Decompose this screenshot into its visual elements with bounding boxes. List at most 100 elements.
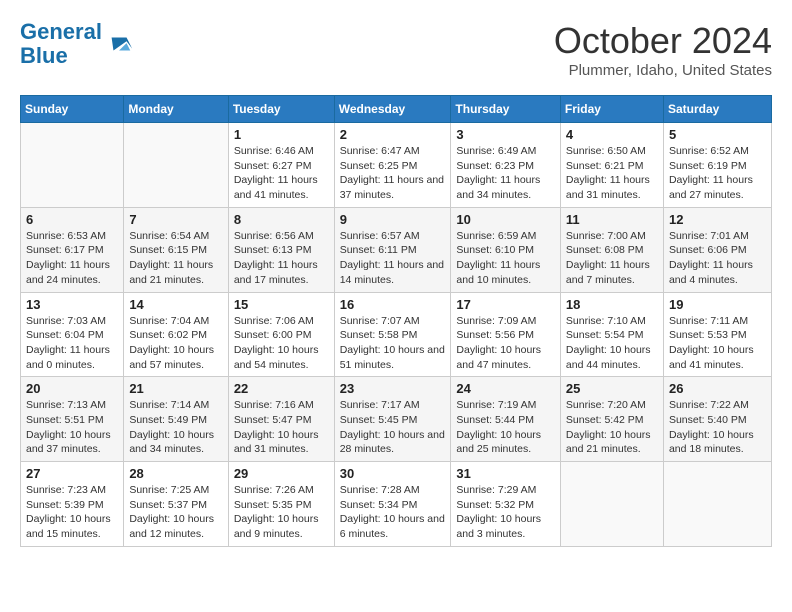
week-row-2: 6 Sunrise: 6:53 AM Sunset: 6:17 PM Daylig… (21, 207, 772, 292)
day-info: Sunrise: 6:46 AM Sunset: 6:27 PM Dayligh… (234, 144, 329, 203)
location-subtitle: Plummer, Idaho, United States (554, 62, 772, 79)
day-cell: 24 Sunrise: 7:19 AM Sunset: 5:44 PM Dayli… (451, 377, 561, 462)
day-cell: 2 Sunrise: 6:47 AM Sunset: 6:25 PM Daylig… (334, 123, 451, 208)
day-cell: 18Sunrise: 7:10 AM Sunset: 5:54 PM Dayli… (560, 292, 663, 377)
day-cell: 6 Sunrise: 6:53 AM Sunset: 6:17 PM Daylig… (21, 207, 124, 292)
day-number: 12 (669, 212, 766, 227)
day-number: 30 (340, 466, 446, 481)
day-number: 29 (234, 466, 329, 481)
day-cell: 3 Sunrise: 6:49 AM Sunset: 6:23 PM Daylig… (451, 123, 561, 208)
day-cell: 31 Sunrise: 7:29 AM Sunset: 5:32 PM Dayli… (451, 462, 561, 547)
day-cell: 9Sunrise: 6:57 AM Sunset: 6:11 PM Daylig… (334, 207, 451, 292)
day-number: 5 (669, 127, 766, 142)
header-row: SundayMondayTuesdayWednesdayThursdayFrid… (21, 96, 772, 123)
day-cell: 30 Sunrise: 7:28 AM Sunset: 5:34 PM Dayli… (334, 462, 451, 547)
header-cell-tuesday: Tuesday (228, 96, 334, 123)
calendar-table: SundayMondayTuesdayWednesdayThursdayFrid… (20, 95, 772, 547)
day-number: 16 (340, 297, 446, 312)
day-cell: 15 Sunrise: 7:06 AM Sunset: 6:00 PM Dayli… (228, 292, 334, 377)
day-number: 1 (234, 127, 329, 142)
day-cell: 14Sunrise: 7:04 AM Sunset: 6:02 PM Dayli… (124, 292, 228, 377)
week-row-1: 1 Sunrise: 6:46 AM Sunset: 6:27 PM Daylig… (21, 123, 772, 208)
day-info: Sunrise: 7:28 AM Sunset: 5:34 PM Dayligh… (340, 483, 446, 542)
day-info: Sunrise: 7:17 AM Sunset: 5:45 PM Dayligh… (340, 398, 446, 457)
day-cell: 27 Sunrise: 7:23 AM Sunset: 5:39 PM Dayli… (21, 462, 124, 547)
day-number: 11 (566, 212, 658, 227)
month-title: October 2024 (554, 20, 772, 62)
day-number: 24 (456, 381, 555, 396)
day-info: Sunrise: 6:53 AM Sunset: 6:17 PM Dayligh… (26, 229, 118, 288)
day-cell: 28Sunrise: 7:25 AM Sunset: 5:37 PM Dayli… (124, 462, 228, 547)
header-cell-wednesday: Wednesday (334, 96, 451, 123)
day-cell: 5 Sunrise: 6:52 AM Sunset: 6:19 PM Daylig… (663, 123, 771, 208)
header-cell-sunday: Sunday (21, 96, 124, 123)
day-info: Sunrise: 6:50 AM Sunset: 6:21 PM Dayligh… (566, 144, 658, 203)
day-number: 2 (340, 127, 446, 142)
day-cell: 12 Sunrise: 7:01 AM Sunset: 6:06 PM Dayli… (663, 207, 771, 292)
day-info: Sunrise: 7:20 AM Sunset: 5:42 PM Dayligh… (566, 398, 658, 457)
day-info: Sunrise: 7:29 AM Sunset: 5:32 PM Dayligh… (456, 483, 555, 542)
day-info: Sunrise: 7:01 AM Sunset: 6:06 PM Dayligh… (669, 229, 766, 288)
week-row-5: 27 Sunrise: 7:23 AM Sunset: 5:39 PM Dayli… (21, 462, 772, 547)
day-cell (21, 123, 124, 208)
day-number: 17 (456, 297, 555, 312)
day-number: 28 (129, 466, 222, 481)
day-info: Sunrise: 7:04 AM Sunset: 6:02 PM Dayligh… (129, 314, 222, 373)
day-number: 27 (26, 466, 118, 481)
day-cell: 20Sunrise: 7:13 AM Sunset: 5:51 PM Dayli… (21, 377, 124, 462)
day-number: 6 (26, 212, 118, 227)
day-cell: 26 Sunrise: 7:22 AM Sunset: 5:40 PM Dayli… (663, 377, 771, 462)
day-info: Sunrise: 7:13 AM Sunset: 5:51 PM Dayligh… (26, 398, 118, 457)
day-info: Sunrise: 7:06 AM Sunset: 6:00 PM Dayligh… (234, 314, 329, 373)
day-cell: 29 Sunrise: 7:26 AM Sunset: 5:35 PM Dayli… (228, 462, 334, 547)
day-info: Sunrise: 7:23 AM Sunset: 5:39 PM Dayligh… (26, 483, 118, 542)
day-cell: 22 Sunrise: 7:16 AM Sunset: 5:47 PM Dayli… (228, 377, 334, 462)
day-number: 15 (234, 297, 329, 312)
day-number: 21 (129, 381, 222, 396)
day-cell: 4 Sunrise: 6:50 AM Sunset: 6:21 PM Daylig… (560, 123, 663, 208)
day-cell: 17 Sunrise: 7:09 AM Sunset: 5:56 PM Dayli… (451, 292, 561, 377)
day-info: Sunrise: 6:52 AM Sunset: 6:19 PM Dayligh… (669, 144, 766, 203)
day-info: Sunrise: 7:09 AM Sunset: 5:56 PM Dayligh… (456, 314, 555, 373)
day-number: 4 (566, 127, 658, 142)
day-number: 22 (234, 381, 329, 396)
day-number: 8 (234, 212, 329, 227)
day-number: 10 (456, 212, 555, 227)
page-header: General Blue October 2024 Plummer, Idaho… (20, 20, 772, 79)
day-info: Sunrise: 7:00 AM Sunset: 6:08 PM Dayligh… (566, 229, 658, 288)
day-info: Sunrise: 7:16 AM Sunset: 5:47 PM Dayligh… (234, 398, 329, 457)
day-info: Sunrise: 6:57 AM Sunset: 6:11 PM Dayligh… (340, 229, 446, 288)
day-cell: 8Sunrise: 6:56 AM Sunset: 6:13 PM Daylig… (228, 207, 334, 292)
day-number: 26 (669, 381, 766, 396)
day-number: 23 (340, 381, 446, 396)
day-number: 7 (129, 212, 222, 227)
day-info: Sunrise: 6:47 AM Sunset: 6:25 PM Dayligh… (340, 144, 446, 203)
day-cell: 10Sunrise: 6:59 AM Sunset: 6:10 PM Dayli… (451, 207, 561, 292)
day-number: 31 (456, 466, 555, 481)
day-info: Sunrise: 7:10 AM Sunset: 5:54 PM Dayligh… (566, 314, 658, 373)
day-number: 25 (566, 381, 658, 396)
day-cell (663, 462, 771, 547)
day-info: Sunrise: 7:19 AM Sunset: 5:44 PM Dayligh… (456, 398, 555, 457)
day-info: Sunrise: 7:14 AM Sunset: 5:49 PM Dayligh… (129, 398, 222, 457)
day-info: Sunrise: 6:54 AM Sunset: 6:15 PM Dayligh… (129, 229, 222, 288)
day-cell: 23 Sunrise: 7:17 AM Sunset: 5:45 PM Dayli… (334, 377, 451, 462)
day-info: Sunrise: 7:03 AM Sunset: 6:04 PM Dayligh… (26, 314, 118, 373)
day-cell: 13Sunrise: 7:03 AM Sunset: 6:04 PM Dayli… (21, 292, 124, 377)
day-info: Sunrise: 6:49 AM Sunset: 6:23 PM Dayligh… (456, 144, 555, 203)
day-info: Sunrise: 7:07 AM Sunset: 5:58 PM Dayligh… (340, 314, 446, 373)
day-cell (560, 462, 663, 547)
day-number: 3 (456, 127, 555, 142)
day-info: Sunrise: 7:22 AM Sunset: 5:40 PM Dayligh… (669, 398, 766, 457)
day-cell: 19Sunrise: 7:11 AM Sunset: 5:53 PM Dayli… (663, 292, 771, 377)
logo-icon (106, 30, 134, 58)
day-cell: 11 Sunrise: 7:00 AM Sunset: 6:08 PM Dayli… (560, 207, 663, 292)
day-cell: 1 Sunrise: 6:46 AM Sunset: 6:27 PM Daylig… (228, 123, 334, 208)
header-cell-monday: Monday (124, 96, 228, 123)
logo-text: General Blue (20, 20, 102, 68)
title-block: October 2024 Plummer, Idaho, United Stat… (554, 20, 772, 79)
header-cell-saturday: Saturday (663, 96, 771, 123)
day-cell: 21 Sunrise: 7:14 AM Sunset: 5:49 PM Dayli… (124, 377, 228, 462)
day-info: Sunrise: 7:26 AM Sunset: 5:35 PM Dayligh… (234, 483, 329, 542)
day-cell: 25 Sunrise: 7:20 AM Sunset: 5:42 PM Dayli… (560, 377, 663, 462)
